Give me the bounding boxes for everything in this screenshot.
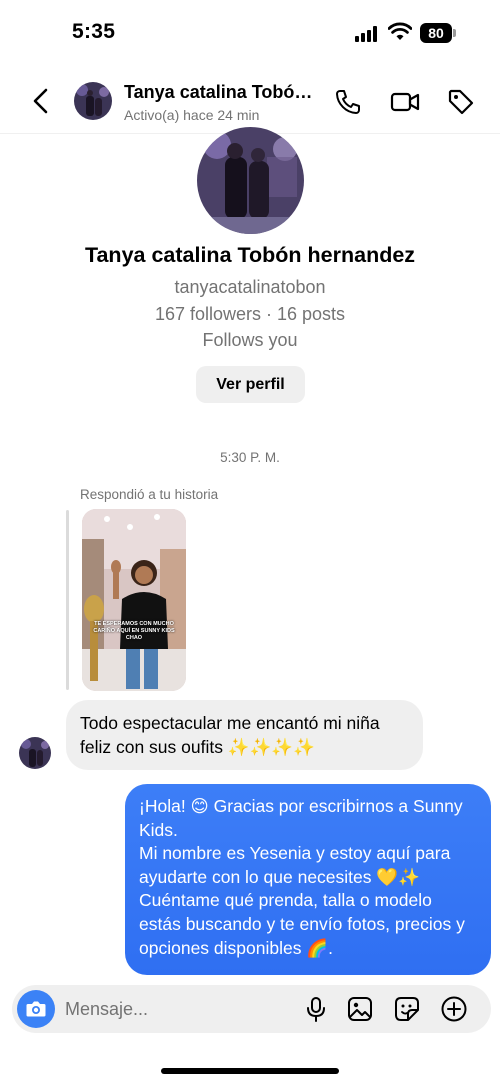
phone-icon[interactable] (333, 87, 363, 117)
message-composer (12, 985, 491, 1033)
follows-you-label: Follows you (202, 330, 298, 350)
activity-status: Activo(a) hace 24 min (124, 107, 260, 123)
status-bar: 5:35 80 (0, 0, 500, 66)
message-timestamp: 5:30 P. M. (220, 450, 280, 465)
chat-header: Tanya catalina Tobó… Activo(a) hace 24 m… (0, 70, 500, 134)
story-caption: TE ESPERAMOS CON MUCHO CARIÑO AQUÍ EN SU… (93, 621, 175, 641)
tag-icon[interactable] (446, 87, 476, 117)
avatar[interactable] (74, 82, 112, 120)
story-reply-label: Respondió a tu historia (80, 487, 219, 502)
home-indicator (161, 1068, 339, 1074)
camera-button[interactable] (17, 990, 55, 1028)
story-reply-divider (66, 510, 69, 690)
microphone-icon[interactable] (302, 995, 330, 1023)
incoming-message[interactable]: Todo espectacular me encantó mi niña fel… (66, 700, 423, 770)
profile-username: tanyacatalinatobon (174, 277, 326, 297)
camera-icon (26, 1001, 46, 1017)
profile-full-name: Tanya catalina Tobón hernandez (84, 243, 416, 267)
message-input[interactable] (65, 997, 265, 1021)
status-time: 5:35 (72, 20, 116, 43)
view-profile-button[interactable]: Ver perfil (196, 366, 305, 403)
plus-circle-icon[interactable] (440, 995, 468, 1023)
battery-icon: 80 (420, 23, 456, 43)
battery-level: 80 (420, 23, 452, 43)
profile-avatar[interactable] (197, 127, 304, 234)
cellular-signal-icon (355, 26, 379, 42)
profile-stats: 167 followers · 16 posts (154, 304, 346, 324)
back-chevron-icon[interactable] (28, 86, 56, 116)
video-camera-icon[interactable] (390, 87, 420, 117)
contact-name[interactable]: Tanya catalina Tobó… (124, 82, 324, 103)
story-thumbnail[interactable]: TE ESPERAMOS CON MUCHO CARIÑO AQUÍ EN SU… (82, 509, 186, 691)
outgoing-message[interactable]: ¡Hola! 😊 Gracias por escribirnos a Sunny… (125, 784, 491, 975)
wifi-icon (388, 22, 412, 40)
sender-avatar[interactable] (19, 737, 51, 769)
sticker-icon[interactable] (393, 995, 421, 1023)
gallery-icon[interactable] (346, 995, 374, 1023)
